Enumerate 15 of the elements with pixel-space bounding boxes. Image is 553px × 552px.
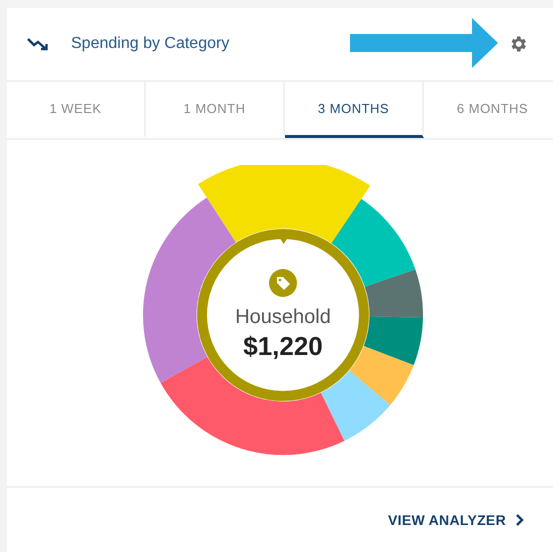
category-name: Household (235, 306, 331, 329)
category-amount: $1,220 (243, 331, 323, 362)
donut-segment[interactable] (320, 370, 390, 441)
donut-segment[interactable] (349, 346, 414, 405)
donut-segment[interactable] (198, 165, 370, 244)
period-tab[interactable]: 3 MONTHS (285, 82, 424, 138)
donut-segment[interactable] (143, 198, 236, 383)
donut-segment[interactable] (364, 269, 423, 318)
donut-segment[interactable] (364, 316, 423, 366)
widget-title: Spending by Category (71, 35, 230, 53)
view-analyzer-link[interactable]: VIEW ANALYZER (388, 512, 525, 528)
tag-icon (268, 268, 298, 298)
trend-down-icon (27, 37, 49, 51)
donut-segment[interactable] (331, 198, 416, 287)
chevron-right-icon (515, 514, 525, 526)
